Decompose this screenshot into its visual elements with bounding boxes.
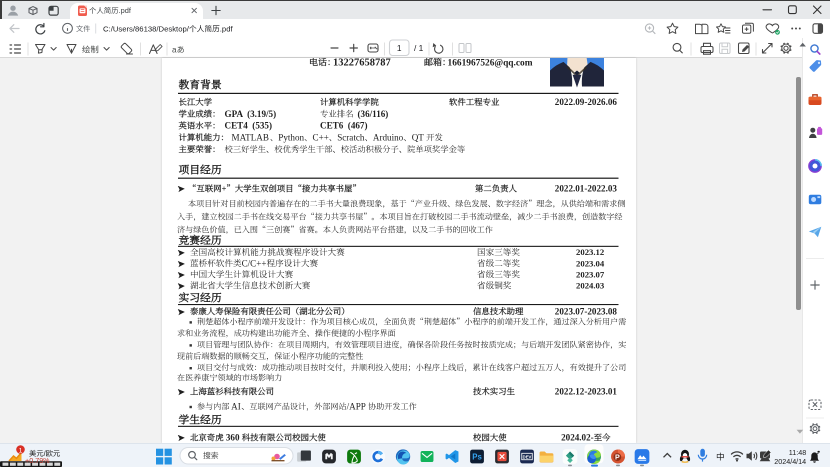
svg-text:z: z: [817, 450, 820, 456]
svg-text:.pdf: .pdf: [220, 25, 234, 34]
svg-text:(36/116): (36/116): [358, 109, 389, 119]
svg-text:GPA (3.19/5): GPA (3.19/5): [225, 109, 277, 119]
svg-text:C/C++: C/C++: [242, 258, 267, 268]
svg-text:2023.04: 2023.04: [576, 258, 605, 268]
svg-text:/ 1: / 1: [414, 43, 424, 53]
svg-text:2022.12-2023.01: 2022.12-2023.01: [555, 386, 618, 396]
svg-text:MATLAB: MATLAB: [232, 132, 269, 142]
svg-text:Ps: Ps: [472, 453, 482, 462]
svg-text:C:/Users/86138/Desktop/: C:/Users/86138/Desktop/: [103, 25, 190, 34]
svg-text:a: a: [172, 46, 177, 55]
svg-text:2022.01-2022.03: 2022.01-2022.03: [555, 184, 618, 194]
svg-text:/APP: /APP: [347, 401, 368, 411]
svg-text:CET4 (535): CET4 (535): [225, 121, 273, 131]
svg-text:Arduino: Arduino: [373, 132, 404, 142]
svg-text:QT: QT: [412, 132, 426, 142]
svg-text:1661967526@qq.com: 1661967526@qq.com: [448, 58, 533, 68]
svg-text:11:48: 11:48: [789, 448, 806, 457]
svg-text:P: P: [615, 454, 620, 462]
svg-text:2024.03: 2024.03: [576, 281, 605, 291]
svg-text:2023.07: 2023.07: [576, 269, 605, 279]
svg-text:2022.09-2026.06: 2022.09-2026.06: [555, 97, 618, 107]
svg-text:360: 360: [224, 433, 242, 443]
svg-text:2024.02-: 2024.02-: [561, 433, 594, 443]
svg-text:13227658787: 13227658787: [333, 57, 391, 68]
svg-text:2023.12: 2023.12: [576, 247, 604, 257]
svg-text:+0.79%: +0.79%: [25, 456, 50, 465]
svg-text:2024/4/14: 2024/4/14: [774, 457, 806, 466]
svg-text:1: 1: [19, 447, 23, 454]
svg-text:DEV: DEV: [523, 455, 532, 460]
svg-text:C++: C++: [313, 132, 329, 142]
svg-text:.pdf: .pdf: [119, 6, 132, 15]
svg-text:CET6 (467): CET6 (467): [320, 121, 368, 131]
svg-text:AI: AI: [229, 401, 240, 411]
svg-text:+: +: [222, 185, 227, 194]
svg-text:Scratch: Scratch: [337, 132, 365, 142]
svg-text:2023.07-2023.08: 2023.07-2023.08: [555, 306, 618, 316]
svg-text:1: 1: [397, 43, 402, 53]
svg-text:Python: Python: [278, 132, 304, 142]
